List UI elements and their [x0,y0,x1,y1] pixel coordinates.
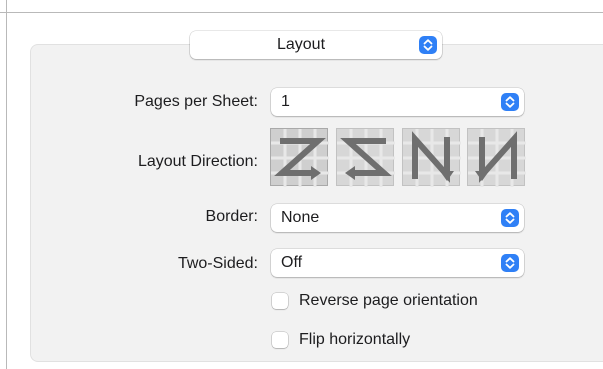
pages-per-sheet-label: Pages per Sheet: [134,93,258,110]
border-value: None [281,209,320,226]
window-frame-left [6,0,7,369]
n-down-icon [403,129,461,187]
popup-stepper-icon [501,254,519,272]
pages-per-sheet-popup[interactable]: 1 [271,88,524,116]
layout-direction-reverse-n-button[interactable] [467,128,526,187]
reverse-orientation-label: Reverse page orientation [299,292,478,309]
popup-stepper-icon [501,93,519,111]
reverse-z-icon [337,129,395,187]
layout-direction-label: Layout Direction: [137,153,258,170]
two-sided-value: Off [281,254,303,271]
layout-direction-n-button[interactable] [402,128,461,187]
layout-direction-z-button[interactable] [270,128,329,187]
section-popup[interactable]: Layout [190,31,442,59]
flip-horizontally-label: Flip horizontally [299,331,411,348]
two-sided-label: Two-Sided: [177,255,258,272]
pages-per-sheet-value: 1 [281,93,290,110]
border-popup[interactable]: None [271,204,524,232]
two-sided-popup[interactable]: Off [271,249,524,277]
section-popup-value: Layout [276,36,326,53]
z-left-right-icon [271,129,329,187]
layout-direction-reverse-z-button[interactable] [336,128,395,187]
popup-stepper-icon [501,209,519,227]
reverse-n-icon [468,129,526,187]
border-label: Border: [205,208,258,225]
window-frame-top [0,12,603,13]
flip-horizontally-checkbox[interactable] [272,332,288,348]
reverse-orientation-checkbox[interactable] [272,293,288,309]
popup-stepper-icon [419,36,437,54]
